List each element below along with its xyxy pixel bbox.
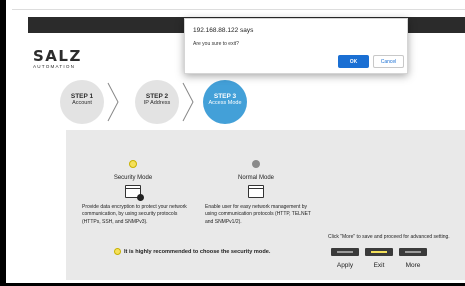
confirm-dialog: 192.168.88.122 says Are you sure to exit… — [184, 18, 408, 74]
exit-button[interactable]: Exit — [365, 248, 393, 269]
security-mode-option[interactable]: Security Mode Provide data encryption to… — [78, 160, 188, 226]
normal-mode-title: Normal Mode — [237, 175, 274, 181]
more-label: More — [405, 262, 421, 269]
step-2-label: IP Address — [143, 100, 171, 106]
security-mode-title: Security Mode — [113, 175, 153, 181]
dialog-title: 192.168.88.122 says — [193, 27, 254, 34]
wizard-steps: STEP 1 Account STEP 2 IP Address STEP 3 … — [60, 80, 260, 124]
normal-mode-desc: Enable user for easy network management … — [205, 204, 311, 225]
window-icon — [248, 185, 264, 198]
step-2[interactable]: STEP 2 IP Address — [135, 80, 179, 124]
recommendation-hint: It is highly recommended to choose the s… — [114, 248, 270, 255]
step-3[interactable]: STEP 3 Access Mode — [203, 80, 247, 124]
apply-button[interactable]: Apply — [331, 248, 359, 269]
access-mode-panel: Security Mode Provide data encryption to… — [66, 130, 465, 280]
more-instructions: Click "More" to save and proceed for adv… — [328, 234, 450, 240]
page-top-strip — [12, 0, 465, 10]
secure-window-icon — [125, 185, 144, 201]
apply-label: Apply — [336, 262, 354, 269]
security-mode-desc: Provide data encryption to protect your … — [82, 204, 187, 225]
more-button[interactable]: More — [399, 248, 427, 269]
normal-mode-option[interactable]: Normal Mode Enable user for easy network… — [201, 160, 311, 226]
step-3-label: Access Mode — [208, 100, 242, 106]
chevron-right-icon — [182, 82, 194, 122]
apply-bar-icon — [331, 248, 359, 256]
lock-icon — [137, 194, 144, 201]
step-3-title: STEP 3 — [213, 93, 237, 100]
recommendation-text: It is highly recommended to choose the s… — [124, 248, 271, 255]
normal-mode-radio[interactable] — [252, 160, 260, 168]
exit-label: Exit — [373, 262, 385, 269]
step-2-title: STEP 2 — [145, 93, 169, 100]
security-mode-radio[interactable] — [129, 160, 137, 168]
exit-bar-icon — [365, 248, 393, 256]
logo-text: SALZ — [33, 47, 82, 65]
step-1[interactable]: STEP 1 Account — [60, 80, 104, 124]
dialog-message: Are you sure to exit? — [193, 41, 239, 47]
logo: SALZ AUTOMATION — [33, 47, 82, 69]
logo-subtext: AUTOMATION — [33, 64, 76, 69]
more-bar-icon — [399, 248, 427, 256]
chevron-right-icon — [107, 82, 119, 122]
step-1-label: Account — [72, 100, 92, 106]
step-1-title: STEP 1 — [70, 93, 94, 100]
cancel-button[interactable]: Cancel — [373, 55, 404, 68]
ok-button[interactable]: OK — [338, 55, 369, 68]
lightbulb-icon — [114, 248, 121, 255]
